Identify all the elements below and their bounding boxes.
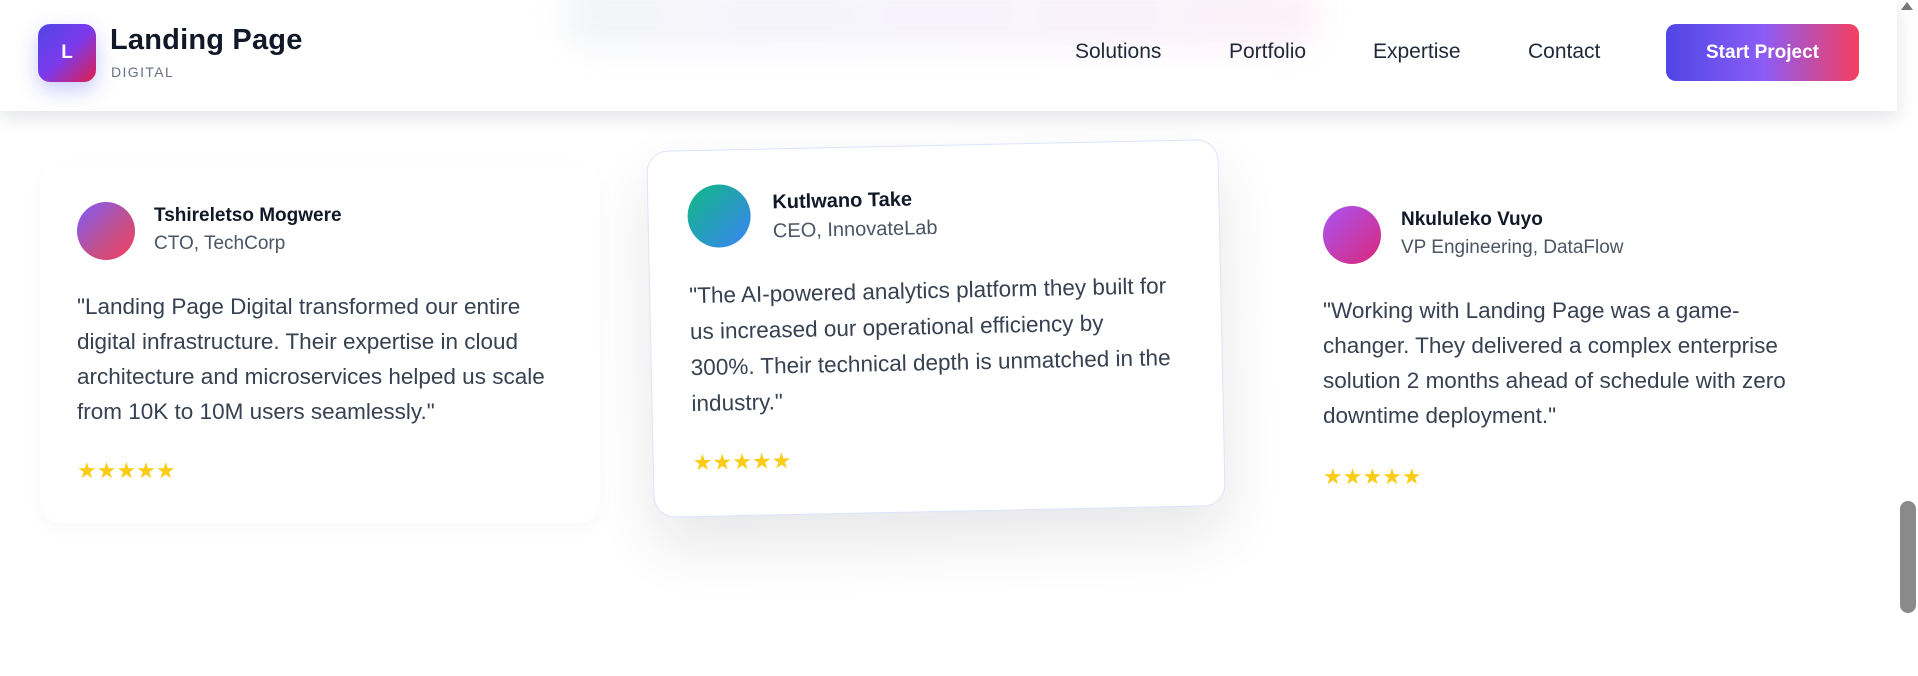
scrollbar-thumb[interactable]: [1900, 501, 1916, 613]
scroll-up-arrow-icon[interactable]: [1901, 2, 1913, 10]
testimonial-quote: "Working with Landing Page was a game-ch…: [1323, 298, 1786, 428]
testimonial-card: Nkululeko Vuyo VP Engineering, DataFlow …: [1285, 165, 1845, 525]
testimonial-role: CTO, TechCorp: [154, 233, 286, 254]
logo-badge[interactable]: L: [38, 24, 96, 82]
star-rating: ★★★★★: [77, 459, 176, 484]
testimonial-name: Kutlwano Take: [772, 188, 913, 214]
brand-subtitle: DIGITAL: [111, 64, 175, 80]
nav-link-solutions[interactable]: Solutions: [1075, 40, 1161, 64]
avatar: [77, 202, 135, 260]
start-project-button[interactable]: Start Project: [1666, 24, 1859, 81]
page-scrollbar[interactable]: [1897, 0, 1918, 676]
site-header: L Landing Page DIGITAL Solutions Portfol…: [0, 0, 1897, 111]
testimonial-card-featured: Kutlwano Take CEO, InnovateLab "The AI-p…: [646, 139, 1226, 518]
testimonial-role: VP Engineering, DataFlow: [1401, 237, 1624, 258]
brand-title[interactable]: Landing Page: [110, 24, 303, 57]
star-rating: ★★★★★: [692, 449, 792, 477]
testimonial-name: Tshireletso Mogwere: [154, 205, 342, 226]
nav-link-contact[interactable]: Contact: [1528, 40, 1600, 64]
star-rating: ★★★★★: [1323, 465, 1422, 490]
nav-link-expertise[interactable]: Expertise: [1373, 40, 1461, 64]
avatar: [1323, 206, 1381, 264]
avatar: [686, 183, 752, 249]
testimonial-quote: "The AI-powered analytics platform they …: [688, 273, 1171, 417]
testimonial-quote: "Landing Page Digital transformed our en…: [77, 294, 545, 424]
testimonial-card: Tshireletso Mogwere CTO, TechCorp "Landi…: [40, 163, 600, 523]
nav-link-portfolio[interactable]: Portfolio: [1229, 40, 1306, 64]
testimonial-name: Nkululeko Vuyo: [1401, 209, 1543, 230]
testimonial-role: CEO, InnovateLab: [772, 216, 938, 243]
logo-letter: L: [61, 42, 73, 63]
header-glow-decoration: [560, 0, 1320, 50]
